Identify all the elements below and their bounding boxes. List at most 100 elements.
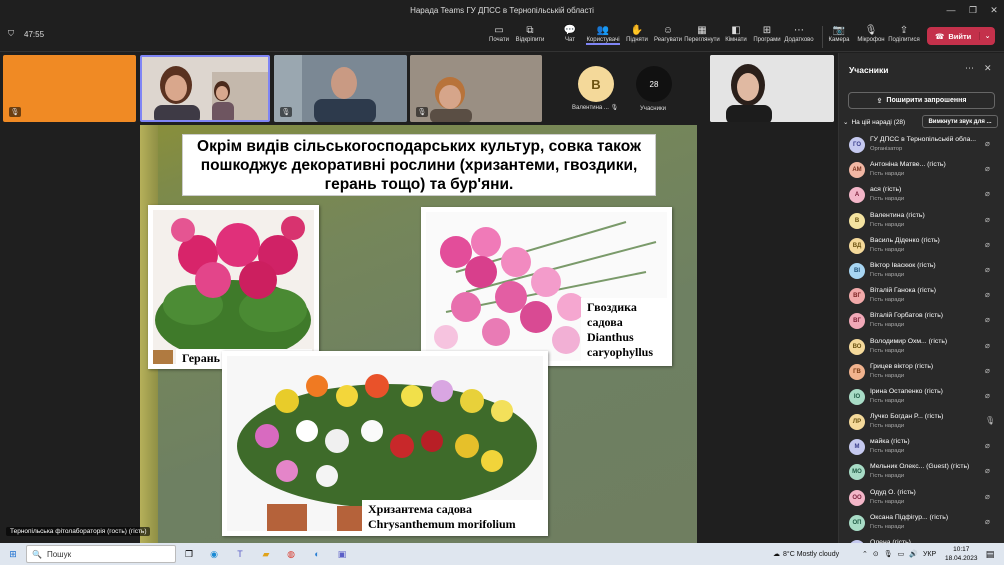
- participant-role: Організатор: [870, 146, 903, 152]
- clock[interactable]: 10:17 18.04.2023: [945, 545, 978, 563]
- task-view-icon[interactable]: ❐: [181, 546, 197, 562]
- participants-count[interactable]: 28: [636, 66, 672, 102]
- avatar: МО: [849, 464, 865, 481]
- participant-name: ГУ ДПСС в Тернопільській обла...: [870, 136, 977, 143]
- participant-role: Гість наради: [870, 221, 905, 228]
- avatar: ВО: [849, 338, 865, 355]
- mic-off-icon: ⌀: [985, 491, 990, 501]
- rooms-button[interactable]: ◧ Кімнати: [719, 23, 753, 44]
- volume-icon[interactable]: 🔊: [909, 550, 918, 558]
- shield-icon: ⛉: [8, 29, 14, 38]
- unpin-button[interactable]: ⧉ Відкріпити: [513, 23, 547, 44]
- speaker-video: [142, 57, 268, 120]
- participant-name: Мельник Олекс... (Guest) (гість): [870, 463, 970, 471]
- participant-row[interactable]: ОП Оксана Підфігур... (гість) Гість нара…: [839, 511, 1004, 536]
- presenter-label: Тернопільська фітолабораторія (гость) (г…: [6, 527, 151, 536]
- notifications-icon[interactable]: ▤: [982, 546, 998, 562]
- more-options-icon[interactable]: ⋯: [965, 63, 974, 74]
- participant-role: Гість наради: [870, 297, 905, 304]
- view-button[interactable]: ▦ Переглянути: [684, 23, 720, 44]
- more-button[interactable]: ⋯ Додатково: [782, 23, 816, 44]
- mic-off-icon: ⌀: [985, 164, 990, 174]
- record-button[interactable]: ▭ Почати: [482, 23, 516, 44]
- app-icon[interactable]: ◐: [309, 546, 325, 562]
- participant-row[interactable]: ІО Ірина Остапенко (гість) Гість наради …: [839, 385, 1004, 410]
- mic-off-button[interactable]: 🎙 Мікрофон: [854, 23, 888, 44]
- participant-row[interactable]: А ася (гість) Гість наради ⌀: [839, 183, 1004, 208]
- mic-icon[interactable]: 🎙: [884, 550, 893, 558]
- section-header[interactable]: ⌄ На цій нараді (28) Вимкнути звук для .…: [843, 115, 1001, 128]
- teams-icon[interactable]: T: [232, 546, 248, 562]
- avatar: ВГ: [849, 288, 865, 305]
- geranium-photo: [148, 205, 319, 369]
- mic-off-icon: ⌀: [985, 441, 990, 451]
- participant-row[interactable]: АМ Антоніна Матве... (гість) Гість нарад…: [839, 158, 1004, 183]
- video-tile-participant-3[interactable]: 🎙: [410, 55, 542, 122]
- network-icon[interactable]: ⊙: [873, 550, 879, 558]
- participant-name: майка (гість): [870, 438, 910, 446]
- participant-row[interactable]: ОО Одуд О. (гість) Гість наради ⌀: [839, 486, 1004, 511]
- participant-name: Віктор Іваскюк (гість): [870, 261, 936, 269]
- file-explorer-icon[interactable]: ▰: [258, 546, 274, 562]
- language-indicator[interactable]: УКР: [923, 551, 936, 558]
- video-tile-orange[interactable]: 🎙: [3, 55, 136, 122]
- participant-role: Гість наради: [870, 347, 905, 354]
- participant-name: Одуд О. (гість): [870, 488, 916, 496]
- participant-row[interactable]: ЛР Лучко Богдан Р... (гість) Гість нарад…: [839, 410, 1004, 435]
- react-button[interactable]: ☺ Реагувати: [651, 23, 685, 44]
- more-icon: ⋯: [794, 24, 804, 36]
- edge-icon[interactable]: ◉: [206, 546, 222, 562]
- weather-widget[interactable]: ☁ 8°C Mostly cloudy: [773, 543, 839, 565]
- share-invite-button[interactable]: ⇪ Поширити запрошення: [848, 92, 995, 109]
- search-icon: 🔍: [32, 549, 42, 559]
- video-tile-participant-2[interactable]: 🎙: [274, 55, 407, 122]
- participant-row[interactable]: ВІ Віктор Іваскюк (гість) Гість наради ⌀: [839, 259, 1004, 284]
- video-tile-participant-4[interactable]: [710, 55, 834, 122]
- avatar[interactable]: В: [578, 66, 614, 102]
- windows-start-icon[interactable]: ⊞: [5, 546, 21, 562]
- chrome-icon[interactable]: ◍: [283, 546, 299, 562]
- teams-window: Нарада Teams ГУ ДПСС в Тернопільській об…: [0, 0, 1004, 565]
- camera-icon: 📷: [832, 24, 846, 36]
- participant-row[interactable]: ГО ГУ ДПСС в Тернопільській обла... Орга…: [839, 133, 1004, 158]
- mute-all-button[interactable]: Вимкнути звук для ...: [922, 115, 998, 128]
- avatar: М: [849, 439, 865, 456]
- close-icon[interactable]: ✕: [983, 0, 1004, 20]
- maximize-icon[interactable]: ❐: [962, 0, 984, 20]
- taskbar-search[interactable]: 🔍 Пошук: [26, 545, 176, 563]
- leave-button[interactable]: ☎ Вийти ⌄: [927, 27, 995, 45]
- participant-row[interactable]: ВГ Віталій Горбатов (гість) Гість наради…: [839, 309, 1004, 334]
- video-tile-speaker[interactable]: [140, 55, 270, 122]
- avatar: АМ: [849, 162, 865, 179]
- participant-name: Антоніна Матве... (гість): [870, 161, 946, 169]
- chevron-down-icon[interactable]: ⌄: [979, 32, 995, 40]
- chevron-up-icon[interactable]: ⌃: [862, 550, 868, 558]
- participant-row[interactable]: ВГ Віталій Ганока (гість) Гість наради ⌀: [839, 284, 1004, 309]
- apps-button[interactable]: ⊞ Програми: [750, 23, 784, 44]
- people-button[interactable]: 👥 Користувачі: [586, 23, 620, 45]
- taskbar: ⊞ 🔍 Пошук ❐ ◉ T ▰ ◍ ◐ ▣ ☁ 8°C Mostly clo…: [0, 543, 1004, 565]
- share-button[interactable]: ⇪ Поділитися: [887, 23, 921, 44]
- avatar: ЛР: [849, 414, 865, 431]
- chat-button[interactable]: 💬 Чат: [553, 23, 587, 44]
- participant-row[interactable]: ГВ Грицев віктор (гість) Гість наради ⌀: [839, 360, 1004, 385]
- participant-row[interactable]: ВД Василь Діденко (гість) Гість наради ⌀: [839, 234, 1004, 259]
- participant-role: Гість наради: [870, 196, 905, 203]
- raise-hand-button[interactable]: ✋ Підняти: [620, 23, 654, 44]
- presentation-slide: Окрім видів сільськогосподарських культу…: [140, 125, 697, 543]
- participant-row[interactable]: ВО Володимир Охм... (гість) Гість наради…: [839, 335, 1004, 360]
- avatar: В: [849, 212, 865, 229]
- camera-button[interactable]: 📷 Камера: [822, 23, 856, 44]
- slide-heading: Окрім видів сільськогосподарських культу…: [182, 134, 656, 196]
- participant-role: Гість наради: [870, 523, 905, 530]
- participant-name: Оксана Підфігур... (гість): [870, 513, 949, 521]
- participant-row[interactable]: МО Мельник Олекс... (Guest) (гість) Гіст…: [839, 460, 1004, 485]
- participant-role: Гість наради: [870, 246, 905, 253]
- participant-row[interactable]: М майка (гість) Гість наради ⌀: [839, 435, 1004, 460]
- teams-window-icon[interactable]: ▣: [334, 546, 350, 562]
- display-icon[interactable]: ▭: [898, 550, 905, 558]
- participant-row[interactable]: В Валентина (гість) Гість наради ⌀: [839, 209, 1004, 234]
- mic-off-icon: 🎙: [864, 24, 878, 36]
- close-panel-icon[interactable]: ✕: [984, 63, 992, 74]
- minimize-icon[interactable]: —: [940, 0, 962, 20]
